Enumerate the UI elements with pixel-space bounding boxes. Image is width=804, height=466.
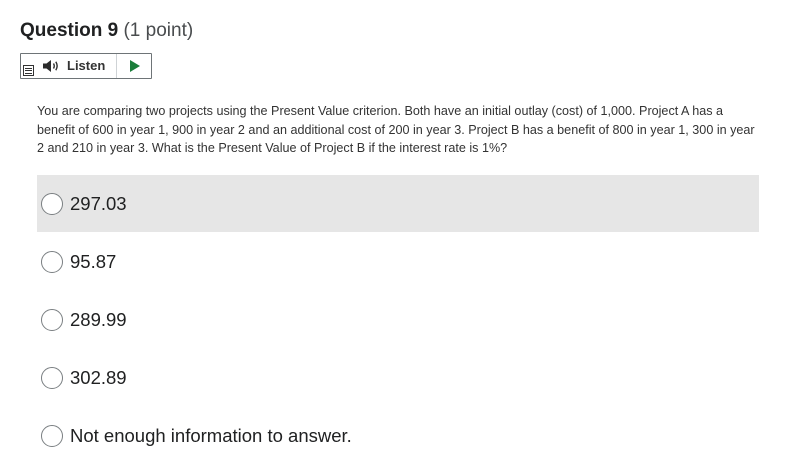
quiz-page: Question 9 (1 point) Listen You are comp…	[0, 0, 804, 466]
listen-label: Listen	[67, 58, 106, 73]
radio-button[interactable]	[41, 366, 63, 389]
listen-button[interactable]: Listen	[21, 54, 117, 78]
radio-button[interactable]	[41, 308, 63, 331]
question-text: You are comparing two projects using the…	[37, 104, 755, 155]
listen-widget: Listen	[20, 53, 152, 79]
answer-option[interactable]: Not enough information to answer.	[37, 407, 759, 464]
answer-label: 302.89	[70, 366, 127, 388]
answer-option[interactable]: 289.99	[37, 291, 759, 348]
radio-button[interactable]	[41, 250, 63, 273]
answer-label: 289.99	[70, 308, 127, 330]
play-button[interactable]	[117, 54, 151, 78]
radio-button[interactable]	[41, 192, 63, 215]
play-icon	[130, 60, 140, 72]
menu-icon[interactable]	[23, 65, 34, 76]
question-header: Question 9 (1 point)	[20, 19, 193, 43]
question-title: Question 9	[20, 20, 119, 41]
answer-option[interactable]: 302.89	[37, 349, 759, 406]
answer-option[interactable]: 95.87	[37, 233, 759, 290]
answer-label: 297.03	[70, 192, 127, 214]
answer-label: 95.87	[70, 250, 117, 272]
speaker-icon	[43, 60, 58, 72]
answer-option[interactable]: 297.03	[37, 175, 759, 232]
question-points: (1 point)	[123, 20, 194, 41]
radio-button[interactable]	[41, 424, 63, 447]
answer-options: 297.03 95.87 289.99 302.89 Not enough in…	[37, 175, 759, 465]
answer-label: Not enough information to answer.	[70, 424, 352, 446]
